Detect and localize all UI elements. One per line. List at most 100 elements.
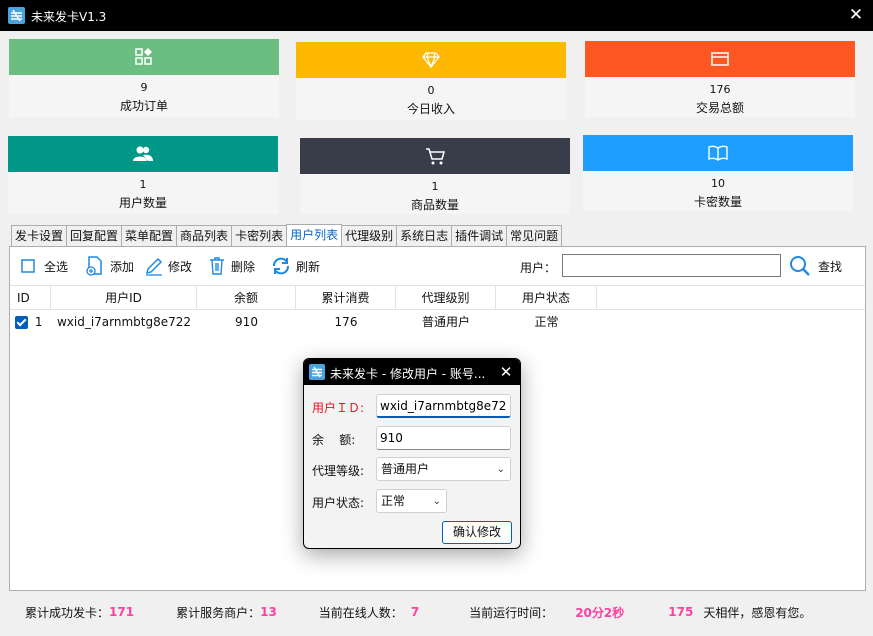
tab-menu-config[interactable]: 菜单配置 [121, 225, 178, 247]
agent-level-label: 代理等级: [312, 464, 365, 478]
tab-plugin-debug[interactable]: 插件调试 [451, 225, 508, 247]
user-search-input[interactable] [562, 254, 781, 277]
stat-card-products: 1 商品数量 [300, 138, 570, 214]
row-status: 正常 [534, 315, 559, 329]
grid-shapes-icon [135, 48, 152, 65]
col-header-status[interactable]: 用户状态 [496, 286, 597, 310]
balance-label: 余 额: [312, 433, 356, 447]
stat-value-issued: 171 [109, 605, 135, 619]
stat-label-days: 天相伴，感恩有您。 [703, 605, 812, 620]
card-value: 10 [711, 177, 725, 190]
app-logo-icon [8, 7, 25, 24]
stat-label-merchants: 累计服务商户： [176, 605, 261, 620]
search-label: 查找 [818, 259, 843, 274]
card-band [585, 41, 855, 77]
card-value: 0 [427, 84, 435, 97]
select-all-button[interactable]: 全选 [20, 255, 68, 277]
tab-system-log[interactable]: 系统日志 [396, 225, 453, 247]
tab-product-list[interactable]: 商品列表 [176, 225, 233, 247]
checkbox-empty-icon [21, 259, 35, 273]
stat-label-online: 当前在线人数： [318, 605, 403, 620]
toolbar: 全选 添加 修改 删除 刷新 用户： 查找 [10, 247, 865, 285]
browser-window-icon [711, 52, 729, 66]
stat-label-uptime: 当前运行时间： [469, 605, 554, 620]
col-header-user-id[interactable]: 用户ID [51, 286, 197, 310]
window-title: 未来发卡V1.3 [31, 10, 107, 24]
tab-card-settings[interactable]: 发卡设置 [11, 225, 68, 247]
dialog-title-bar: 未来发卡 - 修改用户 - 账号... ✕ [304, 359, 520, 385]
row-balance: 910 [235, 315, 258, 329]
dialog-close-icon[interactable]: ✕ [496, 361, 516, 383]
dialog-title: 未来发卡 - 修改用户 - 账号... [330, 367, 486, 381]
tab-reply-config[interactable]: 回复配置 [66, 225, 123, 247]
table-header: ID 用户ID 余额 累计消费 代理级别 用户状态 [10, 286, 865, 310]
card-value: 1 [139, 178, 147, 191]
confirm-edit-button[interactable]: 确认修改 [442, 521, 512, 544]
row-level: 普通用户 [421, 315, 470, 329]
user-status-label: 用户状态: [312, 496, 365, 510]
app-logo-icon [309, 364, 325, 380]
search-button[interactable]: 查找 [788, 253, 842, 279]
card-label: 用户数量 [118, 196, 167, 210]
title-bar: 未来发卡V1.3 ✕ [0, 0, 873, 31]
chevron-down-icon: ⌄ [432, 496, 441, 507]
tab-faq[interactable]: 常见问题 [506, 225, 563, 247]
table-row[interactable]: 1 wxid_i7arnmbtg8e722 910 176 普通用户 正常 [10, 311, 865, 333]
agent-level-select[interactable]: 普通用户 ⌄ [376, 457, 511, 481]
col-header-id[interactable]: ID [10, 286, 51, 310]
card-band [583, 135, 853, 171]
open-book-icon [708, 145, 728, 161]
row-id: 1 [34, 315, 43, 329]
user-search-label: 用户： [520, 261, 557, 275]
tab-user-list[interactable]: 用户列表 [286, 224, 343, 247]
card-band [296, 42, 566, 78]
card-label: 成功订单 [119, 99, 168, 113]
refresh-button[interactable]: 刷新 [270, 255, 320, 277]
tab-strip: 发卡设置 回复配置 菜单配置 商品列表 卡密列表 用户列表 代理级别 系统日志 … [11, 224, 563, 247]
add-file-icon [86, 256, 102, 276]
col-header-spent[interactable]: 累计消费 [296, 286, 396, 310]
card-label: 交易总额 [695, 101, 744, 115]
stat-value-uptime: 20分2秒 [575, 605, 625, 620]
stat-card-orders: 9 成功订单 [9, 39, 279, 117]
users-icon [133, 146, 153, 161]
card-value: 1 [431, 180, 439, 193]
row-spent: 176 [334, 315, 358, 329]
card-label: 卡密数量 [693, 195, 742, 209]
pencil-icon [145, 257, 163, 276]
edit-button[interactable]: 修改 [144, 255, 192, 277]
tab-card-list[interactable]: 卡密列表 [231, 225, 288, 247]
col-header-balance[interactable]: 余额 [197, 286, 296, 310]
card-value: 9 [140, 81, 148, 94]
stat-card-total: 176 交易总额 [585, 41, 855, 117]
delete-button[interactable]: 删除 [207, 255, 255, 277]
select-all-label: 全选 [44, 259, 69, 274]
stat-label-issued: 累计成功发卡： [25, 605, 110, 620]
user-status-select[interactable]: 正常 ⌄ [376, 489, 447, 513]
card-band [8, 136, 278, 172]
stat-value-online: 7 [410, 605, 420, 619]
cart-icon [426, 148, 445, 165]
stat-value-merchants: 13 [260, 605, 277, 619]
tab-agent-level[interactable]: 代理级别 [341, 225, 398, 247]
row-checkbox[interactable] [15, 316, 28, 329]
edit-label: 修改 [168, 259, 193, 274]
stat-value-days: 175 [668, 605, 694, 619]
balance-field[interactable] [376, 426, 511, 450]
row-user-id: wxid_i7arnmbtg8e722 [56, 315, 192, 329]
add-label: 添加 [110, 259, 135, 274]
chevron-down-icon: ⌄ [496, 464, 505, 475]
col-header-level[interactable]: 代理级别 [396, 286, 496, 310]
refresh-icon [273, 257, 289, 275]
stat-card-users: 1 用户数量 [8, 136, 278, 214]
status-bar: 累计成功发卡： 171 累计服务商户： 13 当前在线人数： 7 当前运行时间：… [9, 596, 866, 628]
add-button[interactable]: 添加 [84, 255, 134, 277]
stat-card-cards: 10 卡密数量 [583, 135, 853, 211]
diamond-icon [422, 52, 440, 69]
stat-card-income: 0 今日收入 [296, 42, 566, 120]
card-band [9, 39, 279, 75]
window-close-icon[interactable]: ✕ [844, 4, 868, 26]
delete-label: 删除 [231, 259, 256, 274]
user-id-field[interactable] [376, 394, 511, 418]
row-id-cell: 1 [15, 311, 51, 333]
